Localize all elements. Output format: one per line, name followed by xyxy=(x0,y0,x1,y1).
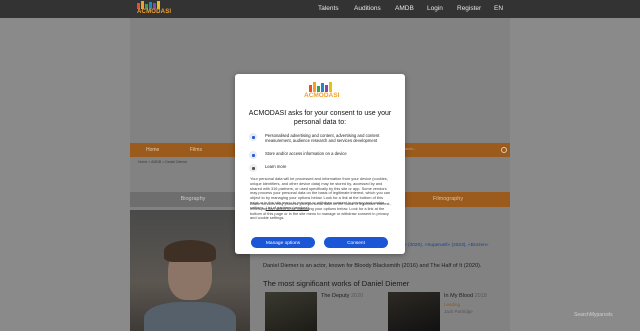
nav-login[interactable]: Login xyxy=(427,0,443,18)
consent-title: ACMODASI asks for your consent to use yo… xyxy=(248,110,392,126)
site-logo[interactable]: ACMODASI xyxy=(137,1,172,17)
chevron-down-icon xyxy=(249,164,257,172)
nav-talents[interactable]: Talents xyxy=(318,0,339,18)
search-input[interactable]: Search... xyxy=(400,146,506,154)
device-icon xyxy=(249,151,257,159)
breadcrumb[interactable]: Home > AMDB > Daniel Diemer xyxy=(138,160,187,164)
movie-poster[interactable] xyxy=(388,292,440,331)
actor-photo xyxy=(130,210,250,331)
consent-button[interactable]: Consent xyxy=(324,237,388,248)
consent-paragraph-2: Some vendors may process your personal d… xyxy=(250,201,391,221)
top-bar: ACMODASI Talents Auditions AMDB Login Re… xyxy=(0,0,640,18)
movie-title[interactable]: The Deputy 2020 xyxy=(321,293,363,299)
movie-title[interactable]: In My Blood 2018 xyxy=(444,293,487,299)
logo-wordmark: ACMODASI xyxy=(137,9,172,15)
movie-poster[interactable] xyxy=(265,292,317,331)
nav-amdb[interactable]: AMDB xyxy=(395,0,414,18)
nav-register[interactable]: Register xyxy=(457,0,481,18)
nav-auditions[interactable]: Auditions xyxy=(354,0,381,18)
actor-bio: Daniel Diemer is an actor, known for Blo… xyxy=(263,263,482,269)
roles-snippet[interactable]: ...of 6» (2020), «Superuell» (2023), «Br… xyxy=(392,243,489,248)
person-icon xyxy=(249,133,257,141)
menu-films[interactable]: Films xyxy=(190,143,202,157)
consent-dialog: ACMODASI ACMODASI asks for your consent … xyxy=(235,74,405,254)
movie-role: Leading xyxy=(444,302,461,307)
movie-character: Jack Partridge xyxy=(444,309,473,314)
nav-language[interactable]: EN xyxy=(494,0,503,18)
watermark: SearchMyparcels xyxy=(574,312,613,318)
menu-home[interactable]: Home xyxy=(146,143,159,157)
search-icon[interactable] xyxy=(501,147,507,153)
works-heading: The most significant works of Daniel Die… xyxy=(263,279,410,288)
consent-logo: ACMODASI xyxy=(304,82,339,104)
manage-options-button[interactable]: Manage options xyxy=(251,237,315,248)
logo-figures xyxy=(137,1,169,9)
